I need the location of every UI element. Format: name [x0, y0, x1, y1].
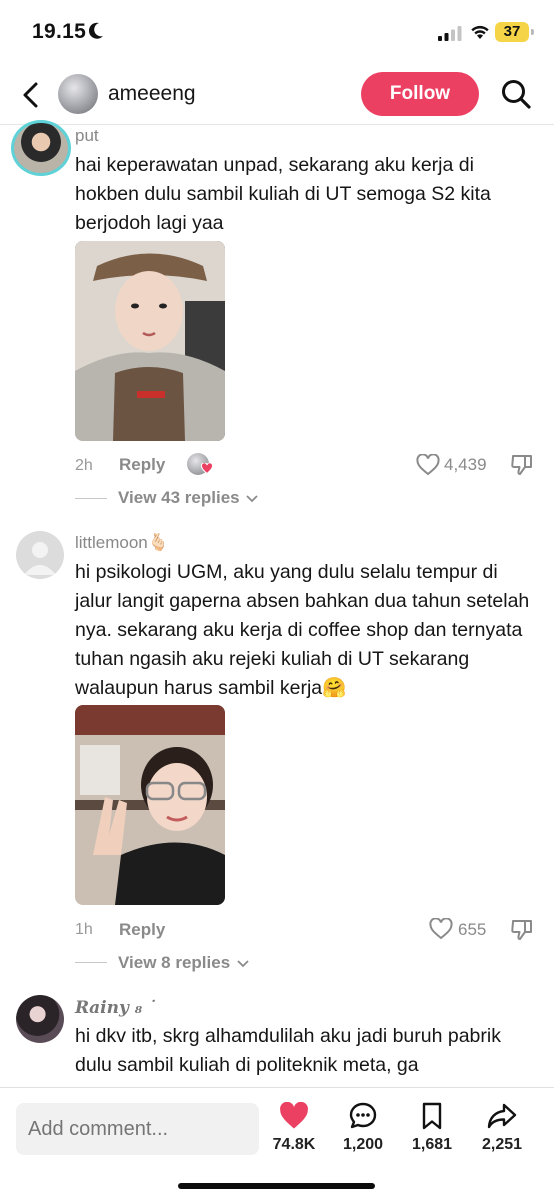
like-total: 74.8K — [272, 1136, 316, 1153]
like-stat[interactable]: 74.8K — [262, 1098, 326, 1154]
reply-button[interactable]: Reply — [119, 920, 165, 940]
comment-username[interactable]: put — [75, 126, 99, 146]
comment-text: hi psikologi UGM, aku yang dulu selalu t… — [75, 561, 530, 699]
add-comment-input[interactable] — [16, 1103, 259, 1155]
dislike-icon[interactable] — [510, 453, 534, 477]
save-total: 1,681 — [411, 1136, 453, 1153]
battery-tip — [531, 29, 534, 35]
share-stat[interactable]: 2,251 — [470, 1098, 534, 1154]
like-count: 4,439 — [444, 455, 487, 474]
moon-icon — [88, 22, 103, 39]
comment-item: littlemoon🫰🏻 hi psikologi UGM, aku yang … — [0, 530, 554, 980]
follow-button[interactable]: Follow — [361, 72, 479, 116]
header-username[interactable]: ameeeng — [108, 82, 196, 106]
header-avatar[interactable] — [58, 74, 98, 114]
commenter-avatar[interactable] — [11, 120, 71, 176]
comment-text: hi dkv itb, skrg alhamdulilah aku jadi b… — [75, 1025, 501, 1076]
comment-item: put hai keperawatan unpad, sekarang aku … — [0, 120, 554, 514]
default-avatar-icon — [24, 542, 56, 575]
battery-indicator: 37 — [495, 22, 529, 42]
save-stat[interactable]: 1,681 — [400, 1098, 464, 1154]
view-replies-divider — [75, 962, 107, 963]
comment-username[interactable]: littlemoon🫰🏻 — [75, 533, 169, 553]
view-replies-divider — [75, 498, 107, 499]
photo-illustration — [75, 705, 225, 905]
like-count: 655 — [458, 920, 487, 939]
heart-outline-icon[interactable] — [416, 454, 440, 476]
comment-total: 1,200 — [342, 1136, 384, 1153]
status-time: 19.15 — [32, 20, 87, 43]
commenter-avatar[interactable] — [16, 995, 64, 1043]
home-indicator — [178, 1183, 375, 1189]
view-replies-button[interactable]: View 8 replies — [118, 953, 249, 973]
dislike-icon[interactable] — [510, 918, 534, 942]
view-replies-label: View 8 replies — [118, 953, 231, 972]
comment-photo[interactable] — [75, 241, 225, 441]
battery-level: 37 — [503, 23, 521, 40]
comment-time: 2h — [75, 457, 93, 474]
status-bar: 19.15 37 — [0, 0, 554, 64]
view-replies-label: View 43 replies — [118, 488, 240, 507]
cellular-signal-icon — [438, 26, 462, 41]
search-icon[interactable] — [500, 78, 532, 110]
profile-header: ameeeng Follow — [0, 64, 554, 125]
heart-filled-icon — [280, 1102, 308, 1129]
comment-stat[interactable]: 1,200 — [331, 1098, 395, 1154]
share-arrow-icon — [487, 1103, 517, 1129]
comment-username[interactable]: 𝑹𝒂𝒊𝒏𝒚 ₈ ˙ — [75, 998, 157, 1018]
username-emoji: 🫰🏻 — [147, 533, 169, 552]
comment-text: hai keperawatan unpad, sekarang aku kerj… — [75, 154, 491, 234]
comment-item: 𝑹𝒂𝒊𝒏𝒚 ₈ ˙ hi dkv itb, skrg alhamdulilah … — [0, 995, 554, 1087]
wifi-icon — [471, 25, 489, 39]
chevron-down-icon — [237, 960, 249, 968]
comment-photo[interactable] — [75, 705, 225, 905]
creator-liked-avatar — [187, 453, 213, 475]
chevron-down-icon — [246, 495, 258, 503]
photo-illustration — [75, 241, 225, 441]
comment-bubble-icon — [349, 1102, 377, 1129]
back-arrow-icon[interactable] — [20, 81, 44, 109]
reply-button[interactable]: Reply — [119, 455, 165, 475]
comment-username-text: littlemoon — [75, 533, 148, 552]
heart-outline-icon[interactable] — [429, 918, 453, 940]
view-replies-button[interactable]: View 43 replies — [118, 488, 258, 508]
share-total: 2,251 — [481, 1136, 523, 1153]
commenter-avatar[interactable] — [16, 531, 64, 579]
heart-small-icon — [201, 463, 213, 474]
comment-time: 1h — [75, 921, 93, 938]
bookmark-icon — [422, 1102, 442, 1130]
